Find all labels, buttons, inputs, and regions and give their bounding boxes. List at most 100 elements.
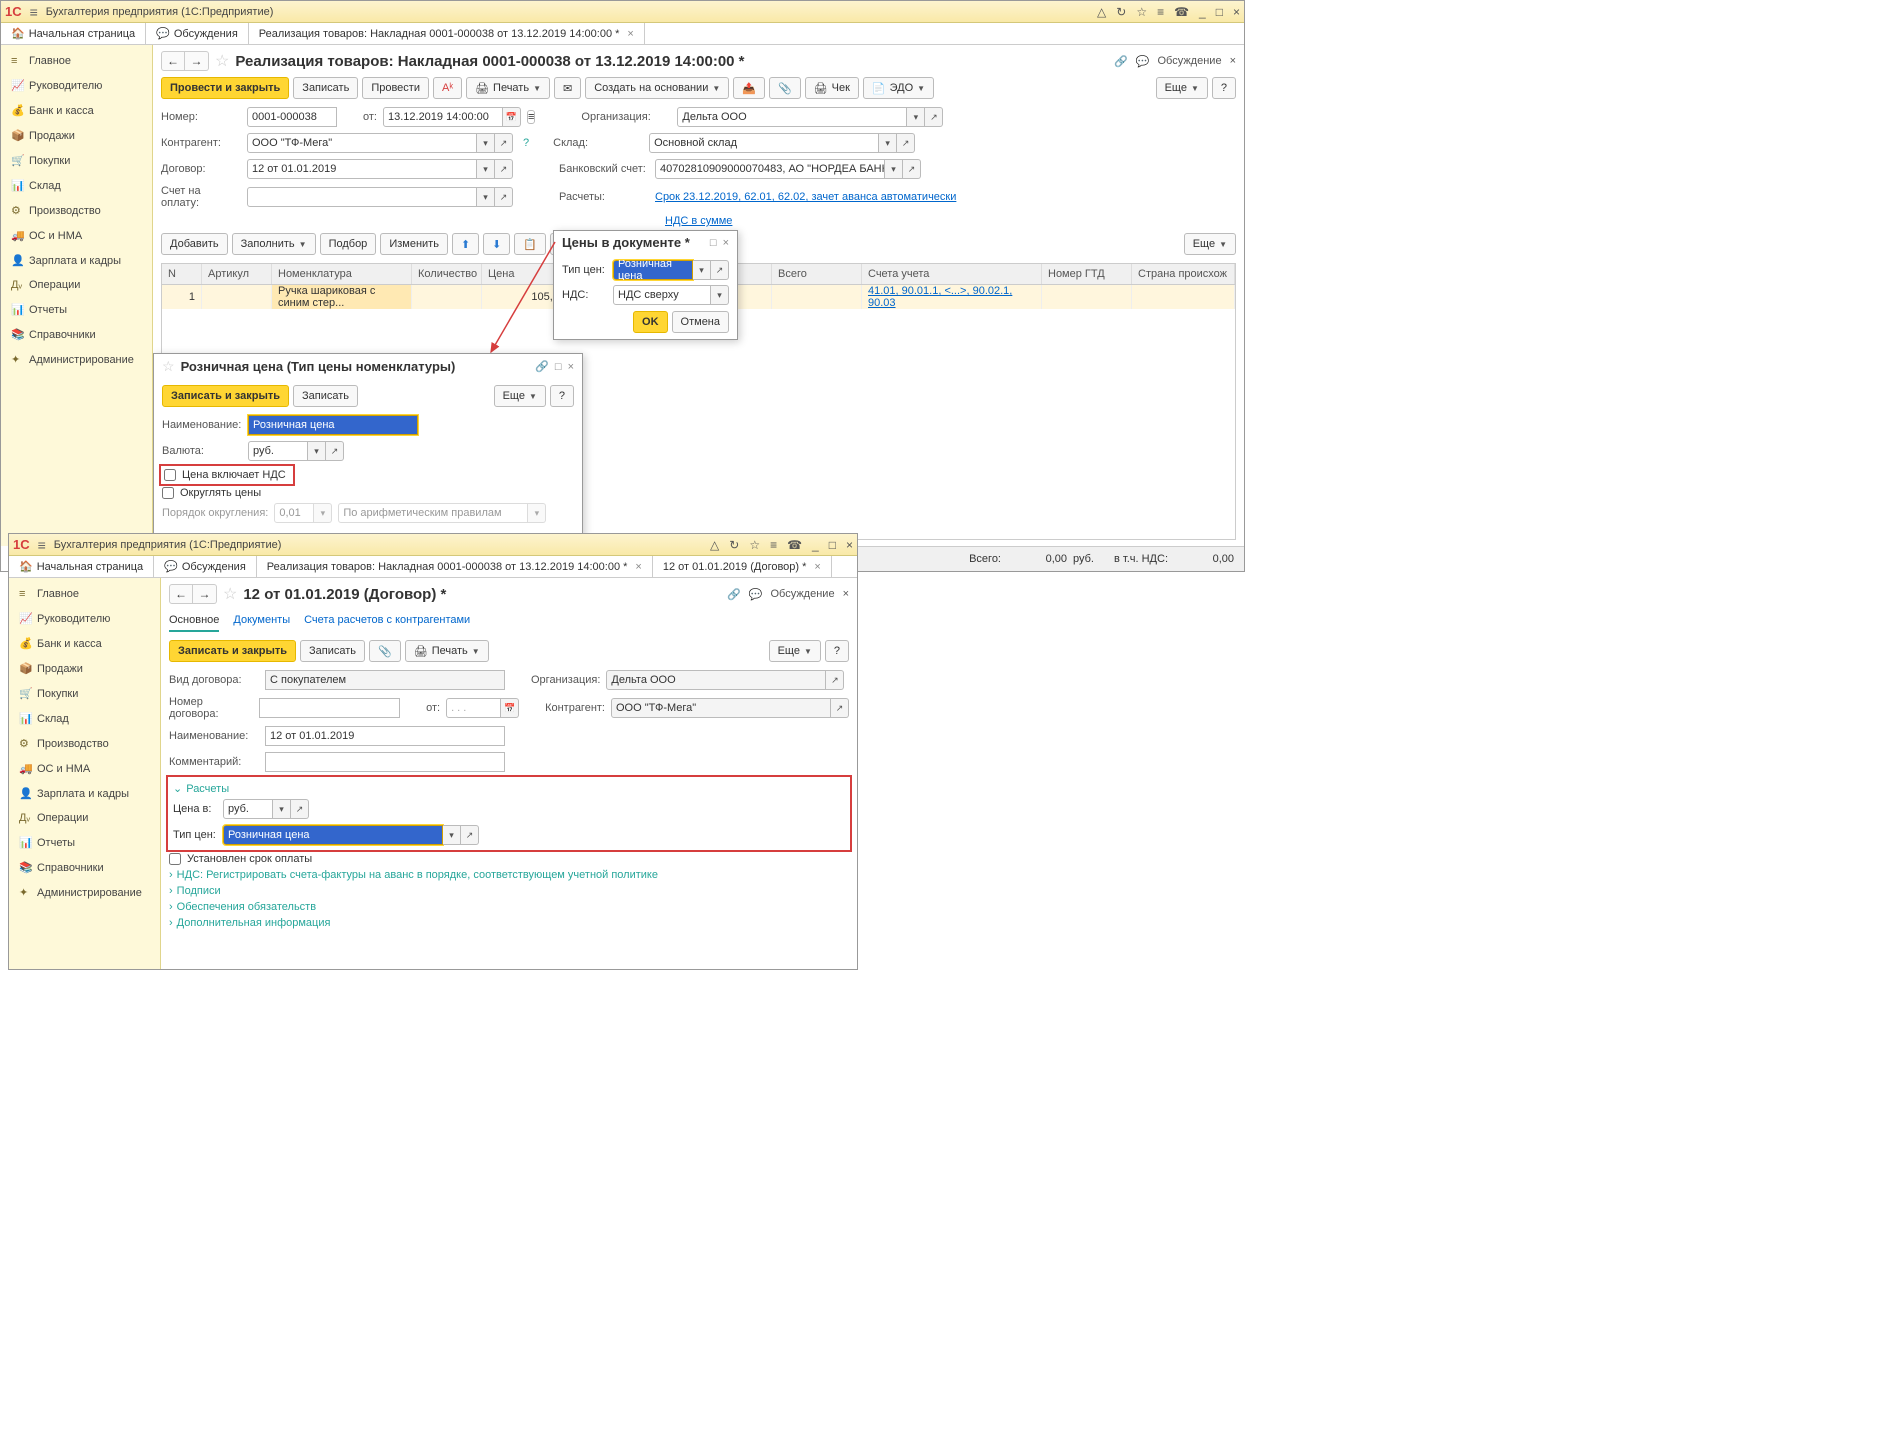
support-icon[interactable]: ☎ xyxy=(787,538,802,552)
col-qty[interactable]: Количество xyxy=(412,264,482,284)
attach-button[interactable]: 📎 xyxy=(369,640,401,662)
dropdown-icon[interactable]: ▾ xyxy=(308,441,326,461)
save-close-button[interactable]: Записать и закрыть xyxy=(169,640,296,662)
vat-expand[interactable]: ›НДС: Регистрировать счета-фактуры на ав… xyxy=(169,869,849,881)
sidebar-item-production[interactable]: ⚙Производство xyxy=(1,198,152,223)
dropdown-icon[interactable]: ▾ xyxy=(477,159,495,179)
number-input[interactable]: 0001-000038 xyxy=(247,107,337,127)
type-help-button[interactable]: ? xyxy=(550,385,574,407)
warehouse-select[interactable]: Основной склад xyxy=(649,133,879,153)
type-select[interactable]: Розничная цена xyxy=(613,260,693,280)
name-input[interactable]: 12 от 01.01.2019 xyxy=(265,726,505,746)
help-button[interactable]: ? xyxy=(825,640,849,662)
help-button[interactable]: ? xyxy=(1212,77,1236,99)
more-button[interactable]: Еще▼ xyxy=(1156,77,1208,99)
move-up-button[interactable]: ⬆ xyxy=(452,233,479,255)
type-currency-select[interactable]: руб. xyxy=(248,441,308,461)
type-save-close-button[interactable]: Записать и закрыть xyxy=(162,385,289,407)
cell-gtd[interactable] xyxy=(1042,285,1132,309)
col-gtd[interactable]: Номер ГТД xyxy=(1042,264,1132,284)
stab-accounts[interactable]: Счета расчетов с контрагентами xyxy=(304,610,470,632)
cancel-button[interactable]: Отмена xyxy=(672,311,729,333)
fill-button[interactable]: Заполнить▼ xyxy=(232,233,316,255)
popup-link-icon[interactable]: 🔗 xyxy=(535,360,549,373)
print-button[interactable]: 🖨Печать▼ xyxy=(405,640,489,662)
bank-select[interactable]: 40702810909000070483, АО "НОРДЕА БАНК" xyxy=(655,159,885,179)
close-icon[interactable]: × xyxy=(846,538,853,552)
dropdown-icon[interactable]: ▾ xyxy=(443,825,461,845)
write-button[interactable]: Записать xyxy=(300,640,365,662)
tab-doc[interactable]: Реализация товаров: Накладная 0001-00003… xyxy=(249,23,645,44)
comment-input[interactable] xyxy=(265,752,505,772)
dropdown-icon[interactable]: ▾ xyxy=(711,285,729,305)
popup-max-icon[interactable]: □ xyxy=(710,237,717,249)
sidebar-item-os[interactable]: 🚚ОС и НМА xyxy=(9,756,160,781)
check-button[interactable]: 🖨Чек xyxy=(805,77,859,99)
star-icon[interactable]: ☆ xyxy=(162,358,175,375)
open-icon[interactable]: ↗ xyxy=(925,107,943,127)
notif-icon[interactable]: △ xyxy=(710,538,719,552)
pay-term-checkbox[interactable]: Установлен срок оплаты xyxy=(169,853,849,865)
open-icon[interactable]: ↗ xyxy=(461,825,479,845)
support-icon[interactable]: ☎ xyxy=(1174,5,1189,19)
hamburger-icon[interactable]: ≡ xyxy=(30,4,38,20)
star-icon[interactable]: ☆ xyxy=(215,51,229,71)
edo-button[interactable]: 📄ЭДО▼ xyxy=(863,77,934,99)
sidebar-item-admin[interactable]: ✦Администрирование xyxy=(9,880,160,905)
contr-select[interactable]: ООО "ТФ-Мега" xyxy=(247,133,477,153)
sidebar-item-salary[interactable]: 👤Зарплата и кадры xyxy=(1,248,152,273)
select-button[interactable]: Подбор xyxy=(320,233,377,255)
favorites-icon[interactable]: ☆ xyxy=(1136,5,1147,19)
vat-link[interactable]: НДС в сумме xyxy=(665,215,732,227)
minimize-icon[interactable]: _ xyxy=(1199,5,1206,19)
favorites-icon[interactable]: ☆ xyxy=(749,538,760,552)
tab-doc1[interactable]: Реализация товаров: Накладная 0001-00003… xyxy=(257,556,653,577)
round-checkbox[interactable]: Округлять цены xyxy=(162,487,574,499)
open-icon[interactable]: ↗ xyxy=(495,133,513,153)
move-down-button[interactable]: ⬇ xyxy=(483,233,510,255)
info-expand[interactable]: ›Дополнительная информация xyxy=(169,917,849,929)
cell-accounts[interactable]: 41.01, 90.01.1, <...>, 90.02.1, 90.03 xyxy=(862,285,1042,309)
open-icon[interactable]: ↗ xyxy=(711,260,729,280)
type-more-button[interactable]: Еще▼ xyxy=(494,385,546,407)
date-input[interactable]: . . . xyxy=(446,698,501,718)
contract-select[interactable]: 12 от 01.01.2019 xyxy=(247,159,477,179)
pay-term-cb[interactable] xyxy=(169,853,181,865)
tab-discuss[interactable]: 💬Обсуждения xyxy=(146,23,249,44)
stab-main[interactable]: Основное xyxy=(169,610,219,632)
maximize-icon[interactable]: □ xyxy=(1216,5,1223,19)
vat-incl-checkbox[interactable]: Цена включает НДС xyxy=(162,467,292,483)
open-icon[interactable]: ↗ xyxy=(831,698,849,718)
post-and-close-button[interactable]: Провести и закрыть xyxy=(161,77,289,99)
cell-nomen[interactable]: Ручка шариковая с синим стер... xyxy=(272,285,412,309)
round-cb[interactable] xyxy=(162,487,174,499)
col-article[interactable]: Артикул xyxy=(202,264,272,284)
close-icon[interactable]: × xyxy=(1233,5,1240,19)
tab-doc2[interactable]: 12 от 01.01.2019 (Договор) *× xyxy=(653,556,832,577)
calc-expand[interactable]: ⌄Расчеты xyxy=(173,782,845,795)
open-icon[interactable]: ↗ xyxy=(291,799,309,819)
hamburger-icon[interactable]: ≡ xyxy=(38,537,46,553)
vat-incl-cb[interactable] xyxy=(164,469,176,481)
sidebar-item-sales[interactable]: 📦Продажи xyxy=(9,656,160,681)
menu-icon[interactable]: ≡ xyxy=(770,538,777,552)
sidebar-item-purchase[interactable]: 🛒Покупки xyxy=(9,681,160,706)
sidebar-item-manager[interactable]: 📈Руководителю xyxy=(9,606,160,631)
col-nomen[interactable]: Номенклатура xyxy=(272,264,412,284)
sidebar-item-reports[interactable]: 📊Отчеты xyxy=(1,297,152,322)
dropdown-icon[interactable]: ▾ xyxy=(273,799,291,819)
print-button[interactable]: 🖨Печать▼ xyxy=(466,77,550,99)
history-icon[interactable]: ↻ xyxy=(729,538,739,552)
create-based-button[interactable]: Создать на основании▼ xyxy=(585,77,729,99)
change-button[interactable]: Изменить xyxy=(380,233,448,255)
mail-button[interactable]: ✉ xyxy=(554,77,581,99)
col-accounts[interactable]: Счета учета xyxy=(862,264,1042,284)
stab-docs[interactable]: Документы xyxy=(233,610,290,632)
more-button[interactable]: Еще▼ xyxy=(769,640,821,662)
type-select[interactable]: Розничная цена xyxy=(223,825,443,845)
sign-expand[interactable]: ›Подписи xyxy=(169,885,849,897)
popup-max-icon[interactable]: □ xyxy=(555,361,562,373)
sidebar-item-main[interactable]: ≡Главное xyxy=(9,582,160,606)
post-button[interactable]: Провести xyxy=(362,77,429,99)
attach-button[interactable]: 📎 xyxy=(769,77,801,99)
